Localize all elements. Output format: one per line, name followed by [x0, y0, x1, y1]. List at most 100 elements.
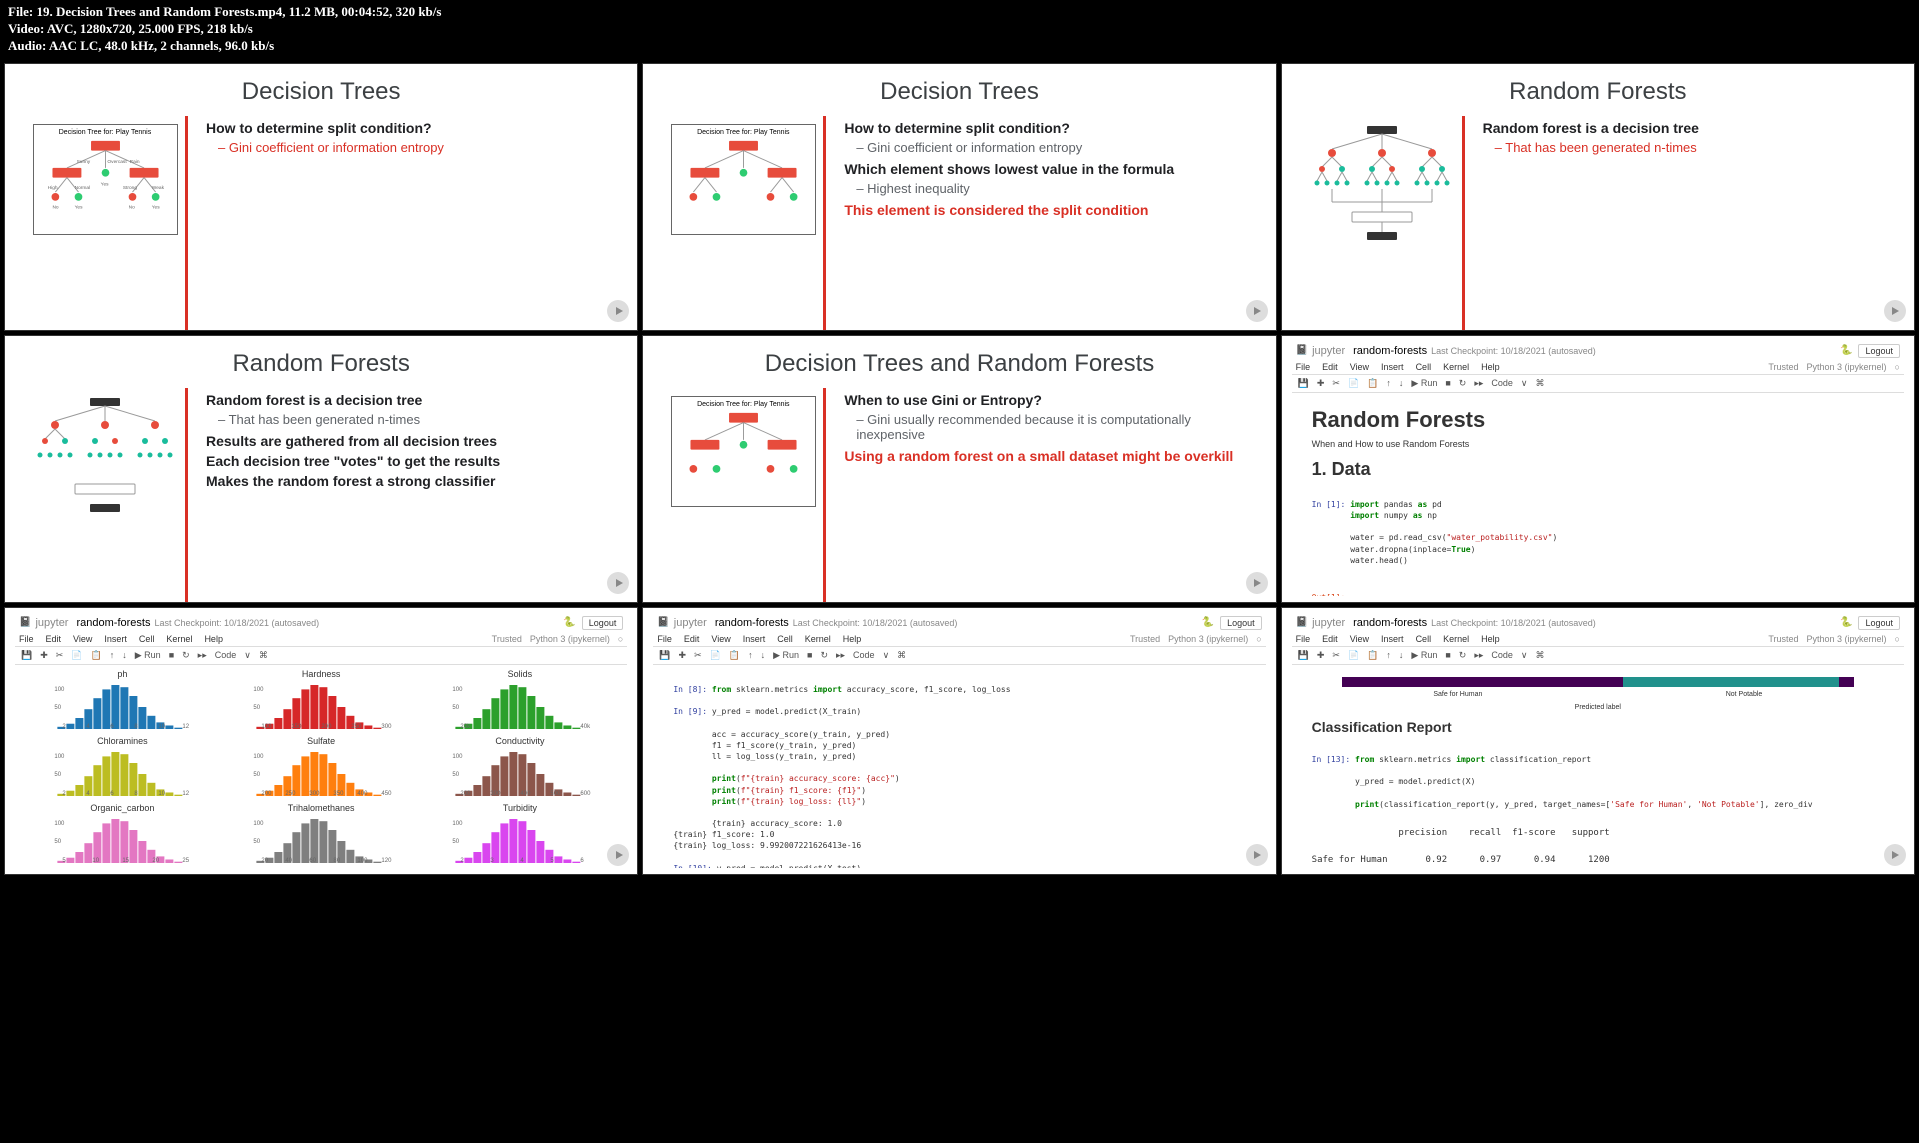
- thumbnail-5: Decision Trees and Random Forests Decisi…: [642, 335, 1276, 603]
- play-icon[interactable]: [1884, 844, 1906, 866]
- code-cells: In [8]: from sklearn.metrics import accu…: [653, 665, 1265, 868]
- svg-text:100: 100: [253, 687, 264, 693]
- menu-cell[interactable]: Cell: [1416, 362, 1432, 372]
- svg-text:300: 300: [381, 724, 392, 729]
- slide-title: Random Forests: [5, 336, 637, 388]
- notebook-h1: Random Forests: [1312, 407, 1884, 433]
- svg-text:20: 20: [261, 858, 268, 863]
- run-button[interactable]: ▶ Run: [1409, 378, 1439, 389]
- slide-title: Random Forests: [1282, 64, 1914, 116]
- thumbnail-2: Decision Trees Decision Tree for: Play T…: [642, 63, 1276, 331]
- cut-icon[interactable]: ✂: [1330, 378, 1342, 389]
- svg-text:60: 60: [309, 858, 316, 863]
- svg-text:2: 2: [62, 724, 66, 729]
- menu-file[interactable]: File: [1296, 362, 1311, 372]
- python-logo-icon: 🐍: [1840, 617, 1852, 628]
- svg-text:100: 100: [54, 821, 65, 827]
- svg-text:100: 100: [54, 754, 65, 760]
- slide-title: Decision Trees and Random Forests: [643, 336, 1275, 388]
- svg-text:80: 80: [333, 858, 340, 863]
- menu-view[interactable]: View: [1350, 362, 1369, 372]
- restart-icon[interactable]: ↻: [1457, 378, 1469, 389]
- logout-button[interactable]: Logout: [1858, 344, 1900, 358]
- svg-text:100: 100: [261, 724, 272, 729]
- copy-icon[interactable]: 📄: [1346, 378, 1361, 389]
- slide-title: Decision Trees: [643, 64, 1275, 116]
- svg-text:2: 2: [62, 791, 66, 796]
- random-forest-diagram: [1302, 116, 1462, 330]
- thumbnail-1: Decision Trees Decision Tree for: Play T…: [4, 63, 638, 331]
- jupyter-menu: File Edit View Insert Cell Kernel Help T…: [1292, 360, 1904, 375]
- play-icon[interactable]: [1246, 300, 1268, 322]
- svg-text:100: 100: [357, 858, 368, 863]
- svg-text:100: 100: [253, 754, 264, 760]
- svg-text:400: 400: [520, 791, 531, 796]
- svg-text:50: 50: [452, 839, 459, 845]
- svg-text:8: 8: [134, 724, 138, 729]
- command-palette-icon[interactable]: ⌘: [1533, 378, 1546, 389]
- fast-forward-icon[interactable]: ▸▸: [1472, 378, 1485, 389]
- cell-type-select[interactable]: Code: [1489, 378, 1515, 388]
- svg-text:No: No: [52, 204, 58, 210]
- svg-text:High: High: [47, 185, 57, 191]
- thumbnail-8: 📓jupyterrandom-forestsLast Checkpoint: 1…: [642, 607, 1276, 875]
- svg-text:8: 8: [134, 791, 138, 796]
- svg-text:100: 100: [452, 754, 463, 760]
- add-icon[interactable]: ✚: [1315, 378, 1327, 389]
- stop-icon[interactable]: ■: [1443, 378, 1452, 388]
- svg-text:50: 50: [253, 839, 260, 845]
- media-info-header: File: 19. Decision Trees and Random Fore…: [0, 0, 1919, 59]
- menu-kernel[interactable]: Kernel: [1443, 362, 1469, 372]
- classification-report-output: precision recall f1-score support Safe f…: [1312, 827, 1884, 868]
- save-icon[interactable]: 💾: [1296, 378, 1311, 389]
- prediction-bar: [1342, 677, 1854, 687]
- thumbnail-grid: Decision Trees Decision Tree for: Play T…: [0, 59, 1919, 879]
- python-logo-icon: 🐍: [563, 617, 575, 628]
- jupyter-header: 📓 jupyter random-forests Last Checkpoint…: [1292, 342, 1904, 360]
- svg-text:500: 500: [550, 791, 561, 796]
- decision-tree-diagram: Decision Tree for: Play Tennis SunnyOver…: [25, 116, 185, 330]
- kernel-status-icon: ○: [1895, 362, 1900, 372]
- histogram-grid: ph1005024681012Hardness10050100150200250…: [15, 665, 627, 870]
- svg-text:200: 200: [261, 791, 272, 796]
- jupyter-logo-icon: 📓: [1296, 617, 1308, 628]
- play-icon[interactable]: [607, 300, 629, 322]
- thumbnail-7: 📓jupyterrandom-forestsLast Checkpoint: 1…: [4, 607, 638, 875]
- svg-text:Rain: Rain: [129, 159, 139, 165]
- play-icon[interactable]: [1884, 300, 1906, 322]
- svg-text:400: 400: [357, 791, 368, 796]
- svg-text:100: 100: [452, 821, 463, 827]
- play-icon[interactable]: [607, 572, 629, 594]
- svg-text:150: 150: [291, 724, 302, 729]
- thumbnail-3: Random Forests Random forest is a deci: [1281, 63, 1915, 331]
- menu-insert[interactable]: Insert: [1381, 362, 1404, 372]
- slide-answer: – Gini coefficient or information entrop…: [218, 140, 617, 155]
- jupyter-logo-icon: 📓: [19, 617, 31, 628]
- jupyter-logo-icon: 📓: [657, 617, 669, 628]
- svg-text:5: 5: [62, 858, 66, 863]
- play-icon[interactable]: [1246, 844, 1268, 866]
- menu-edit[interactable]: Edit: [1322, 362, 1338, 372]
- svg-text:Yes: Yes: [151, 204, 159, 210]
- svg-text:50: 50: [54, 705, 61, 711]
- thumbnail-9: 📓jupyterrandom-forestsLast Checkpoint: 1…: [1281, 607, 1915, 875]
- down-icon[interactable]: ↓: [1397, 378, 1406, 388]
- jupyter-toolbar: 💾✚✂📄📋↑↓▶ Run■↻▸▸Code∨⌘: [1292, 375, 1904, 393]
- svg-text:50: 50: [54, 839, 61, 845]
- menu-help[interactable]: Help: [1481, 362, 1500, 372]
- svg-text:200: 200: [460, 791, 471, 796]
- notebook-h2: 1. Data: [1312, 459, 1884, 480]
- svg-text:15: 15: [122, 858, 129, 863]
- svg-text:100: 100: [452, 687, 463, 693]
- play-icon[interactable]: [607, 844, 629, 866]
- svg-text:Overcast: Overcast: [107, 159, 127, 165]
- svg-text:250: 250: [285, 791, 296, 796]
- svg-text:350: 350: [333, 791, 344, 796]
- paste-icon[interactable]: 📋: [1365, 378, 1380, 389]
- svg-text:40: 40: [285, 858, 292, 863]
- svg-text:50: 50: [253, 705, 260, 711]
- svg-text:250: 250: [351, 724, 362, 729]
- play-icon[interactable]: [1246, 572, 1268, 594]
- up-icon[interactable]: ↑: [1384, 378, 1393, 388]
- svg-text:40k: 40k: [580, 724, 591, 729]
